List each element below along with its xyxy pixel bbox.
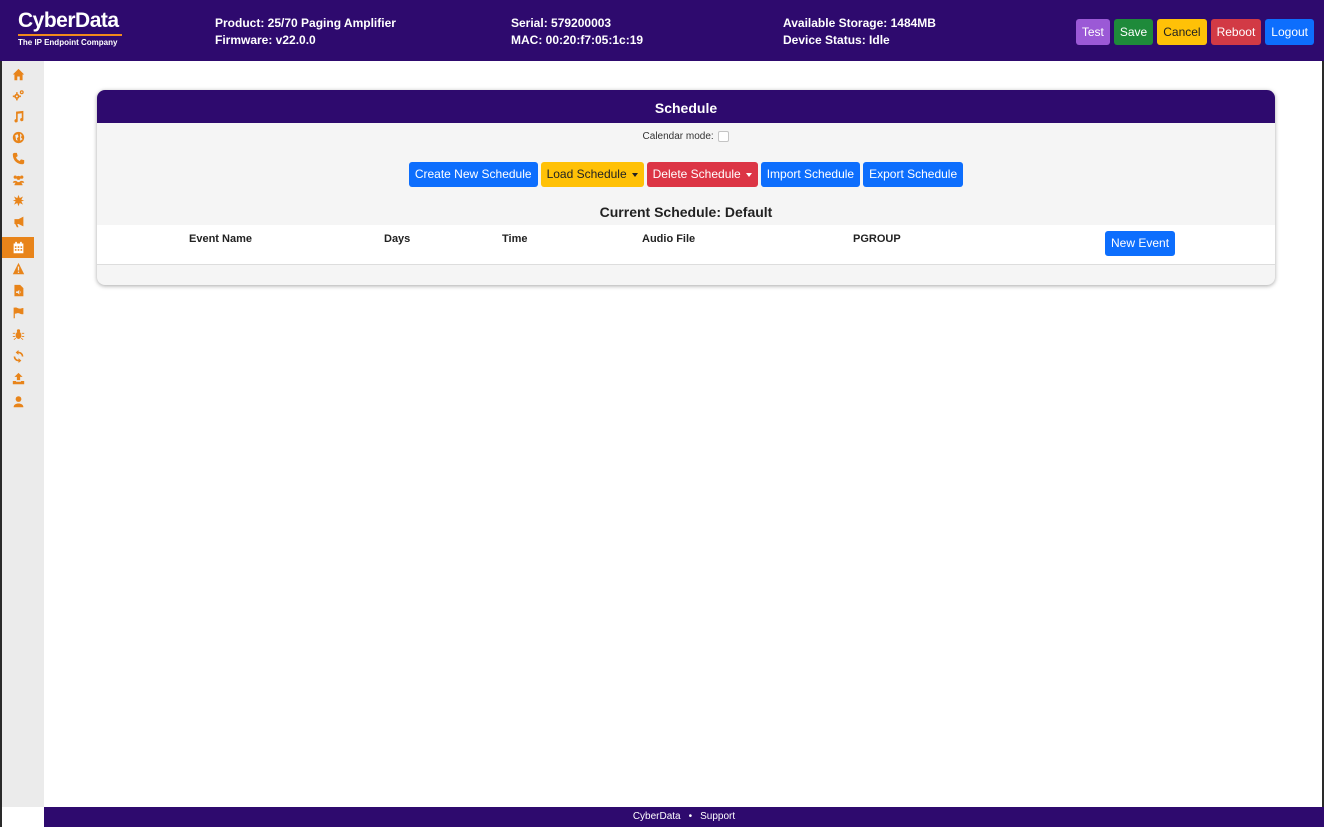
column-days: Days xyxy=(384,233,411,245)
megaphone-icon[interactable] xyxy=(11,214,25,228)
product-label: Product: 25/70 Paging Amplifier xyxy=(215,16,396,30)
home-icon[interactable] xyxy=(11,67,25,81)
product-info: Product: 25/70 Paging Amplifier Firmware… xyxy=(215,15,396,49)
cogs-icon[interactable] xyxy=(11,88,25,102)
delete-schedule-button[interactable]: Delete Schedule xyxy=(646,162,758,187)
user-icon[interactable] xyxy=(11,394,25,408)
current-schedule-label: Current Schedule: Default xyxy=(599,204,773,220)
schedule-card: Schedule Calendar mode: Create New Sched… xyxy=(97,90,1275,285)
users-icon[interactable] xyxy=(11,172,25,186)
create-new-schedule-button[interactable]: Create New Schedule xyxy=(408,162,538,187)
delete-schedule-label: Delete Schedule xyxy=(652,167,741,181)
warning-icon[interactable] xyxy=(11,261,25,275)
top-header: CyberData The IP Endpoint Company Produc… xyxy=(0,0,1324,61)
upload-icon[interactable] xyxy=(11,371,25,385)
import-schedule-button[interactable]: Import Schedule xyxy=(760,162,861,187)
phone-icon[interactable] xyxy=(11,151,25,165)
save-button[interactable]: Save xyxy=(1113,19,1154,45)
column-pgroup: PGROUP xyxy=(853,233,901,245)
flag-icon[interactable] xyxy=(11,305,25,319)
page-footer: CyberData • Support xyxy=(44,807,1324,827)
globe-icon[interactable] xyxy=(11,130,25,144)
logo-name: CyberData xyxy=(18,9,119,32)
music-icon[interactable] xyxy=(11,109,25,123)
caret-down-icon xyxy=(745,172,752,177)
serial-info: Serial: 579200003 MAC: 00:20:f7:05:1c:19 xyxy=(511,15,643,49)
firmware-label: Firmware: v22.0.0 xyxy=(215,33,316,47)
logout-button[interactable]: Logout xyxy=(1265,19,1314,45)
burst-icon[interactable] xyxy=(11,193,25,207)
device-status-label: Device Status: Idle xyxy=(783,33,890,47)
cyberdata-logo[interactable]: CyberData The IP Endpoint Company xyxy=(18,10,138,47)
footer-separator: • xyxy=(688,811,693,822)
reboot-button[interactable]: Reboot xyxy=(1210,19,1262,45)
column-audio-file: Audio File xyxy=(642,233,696,245)
header-actions: Test Save Cancel Reboot Logout xyxy=(1075,19,1314,45)
footer-support-link[interactable]: Support xyxy=(700,811,735,822)
logo-underline xyxy=(18,34,122,36)
device-info: Available Storage: 1484MB Device Status:… xyxy=(783,15,936,49)
column-event-name: Event Name xyxy=(189,233,252,245)
storage-label: Available Storage: 1484MB xyxy=(783,16,936,30)
refresh-icon[interactable] xyxy=(11,349,25,363)
calendar-mode-row: Calendar mode: xyxy=(97,131,1275,142)
logo-tagline: The IP Endpoint Company xyxy=(18,38,118,47)
cancel-button[interactable]: Cancel xyxy=(1157,19,1207,45)
footer-cyberdata-link[interactable]: CyberData xyxy=(633,811,681,822)
sidebar-nav xyxy=(2,61,44,807)
new-event-button[interactable]: New Event xyxy=(1105,231,1176,256)
serial-label: Serial: 579200003 xyxy=(511,16,612,30)
export-schedule-button[interactable]: Export Schedule xyxy=(863,162,964,187)
audio-file-icon[interactable] xyxy=(11,283,25,297)
test-button[interactable]: Test xyxy=(1075,19,1110,45)
load-schedule-label: Load Schedule xyxy=(546,167,627,181)
calendar-mode-label: Calendar mode: xyxy=(642,131,714,143)
events-table-header: Event Name Days Time Audio File PGROUP N… xyxy=(97,225,1275,265)
bug-icon[interactable] xyxy=(11,327,25,341)
schedule-actions: Create New Schedule Load Schedule Delete… xyxy=(97,162,1275,187)
caret-down-icon xyxy=(631,172,638,177)
column-time: Time xyxy=(502,233,528,245)
schedule-title: Schedule xyxy=(97,90,1275,123)
calendar-icon[interactable] xyxy=(2,237,34,258)
mac-label: MAC: 00:20:f7:05:1c:19 xyxy=(511,33,644,47)
load-schedule-button[interactable]: Load Schedule xyxy=(540,162,644,187)
calendar-mode-checkbox[interactable] xyxy=(718,131,730,142)
